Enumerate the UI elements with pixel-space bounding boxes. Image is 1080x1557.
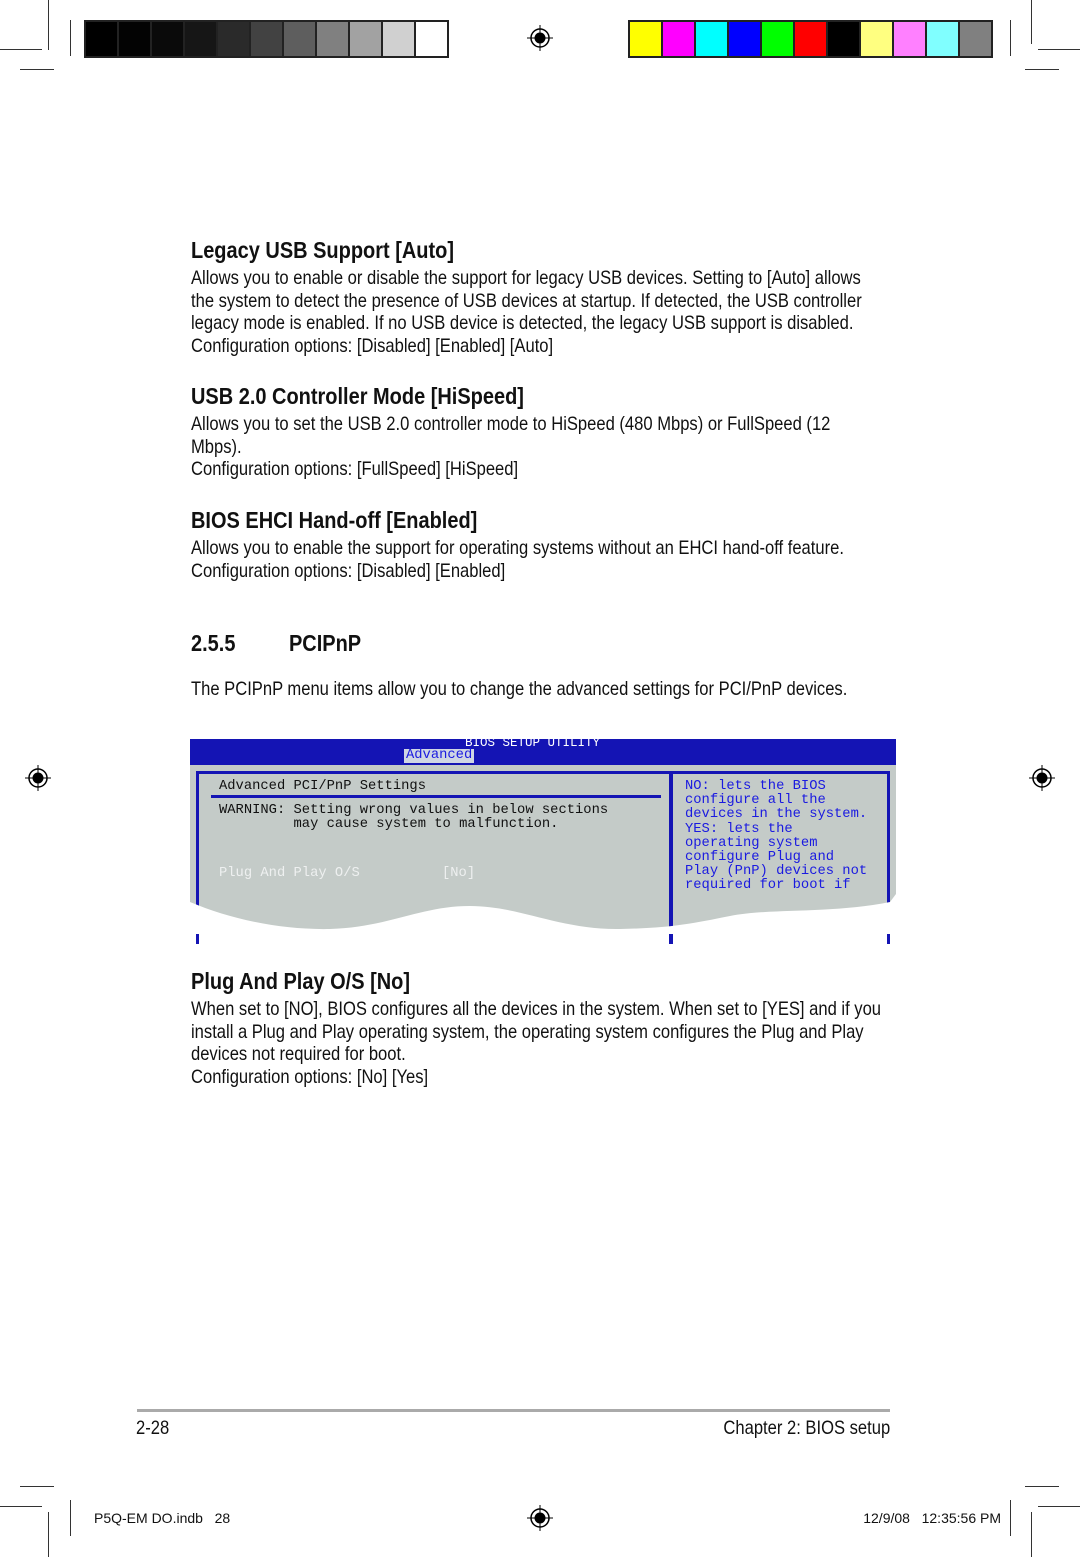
section-plug-and-play: Plug And Play O/S [No] When set to [NO],…: [191, 967, 881, 1089]
crop-mark: [1038, 49, 1080, 50]
section-title: Plug And Play O/S [No]: [191, 968, 410, 994]
grayscale-bar: [84, 20, 449, 58]
slug-file: P5Q-EM DO.indb 28: [94, 1510, 231, 1526]
divider: [211, 795, 661, 798]
crop-mark: [1031, 0, 1032, 44]
bios-screenshot: BIOS SETUP UTILITY Advanced Advanced PCI…: [190, 736, 896, 944]
section-title: USB 2.0 Controller Mode [HiSpeed]: [191, 383, 524, 409]
config-options: Configuration options: [No] [Yes]: [191, 1066, 429, 1089]
color-swatch: [663, 22, 694, 56]
crop-mark: [48, 1512, 49, 1557]
section-body: Allows you to set the USB 2.0 controller…: [191, 413, 831, 458]
crop-mark: [0, 1506, 42, 1507]
color-swatch: [119, 22, 150, 56]
color-swatch: [86, 22, 117, 56]
crop-mark: [48, 0, 49, 50]
section-title: Legacy USB Support [Auto]: [191, 237, 455, 263]
section-body: Allows you to enable the support for ope…: [191, 537, 844, 559]
registration-mark-icon: [527, 25, 553, 51]
crop-mark: [1025, 69, 1059, 70]
crop-mark: [20, 1486, 54, 1487]
section-body: When set to [NO], BIOS configures all th…: [191, 998, 882, 1066]
subsection-heading: 2.5.5 PCIPnP: [191, 629, 881, 657]
color-swatch: [350, 22, 381, 56]
crop-mark: [1038, 1506, 1080, 1507]
color-swatch: [729, 22, 760, 56]
crop-mark: [1025, 1486, 1059, 1487]
color-bar: [628, 20, 993, 58]
color-swatch: [317, 22, 348, 56]
color-swatch: [762, 22, 793, 56]
registration-mark-icon: [25, 765, 51, 791]
subsection-title: PCIPnP: [288, 630, 362, 656]
color-swatch: [795, 22, 826, 56]
color-swatch: [894, 22, 925, 56]
crop-mark: [20, 69, 54, 70]
color-swatch: [416, 22, 447, 56]
color-swatch: [251, 22, 282, 56]
config-options: Configuration options: [Disabled] [Enabl…: [191, 335, 554, 358]
crop-mark: [0, 49, 42, 50]
chapter-title: Chapter 2: BIOS setup: [723, 1417, 890, 1439]
footer-rule: [137, 1409, 890, 1412]
color-swatch: [218, 22, 249, 56]
panel-title: Advanced PCI/PnP Settings: [219, 779, 426, 794]
color-swatch: [828, 22, 859, 56]
crop-mark: [70, 20, 71, 56]
section-body: Allows you to enable or disable the supp…: [191, 267, 862, 335]
subsection-number: 2.5.5: [191, 630, 236, 656]
tab-advanced[interactable]: Advanced: [404, 748, 475, 764]
crop-mark: [1010, 20, 1011, 56]
registration-mark-icon: [527, 1505, 553, 1531]
subsection-intro: The PCIPnP menu items allow you to chang…: [191, 678, 848, 700]
color-swatch: [383, 22, 414, 56]
slug-date: 12/9/08 12:35:56 PM: [863, 1510, 1001, 1526]
color-swatch: [284, 22, 315, 56]
crop-mark: [1031, 1512, 1032, 1557]
color-swatch: [960, 22, 991, 56]
color-swatch: [630, 22, 661, 56]
color-swatch: [696, 22, 727, 56]
help-text: NO: lets the BIOS configure all the devi…: [685, 779, 868, 894]
crop-mark: [70, 1500, 71, 1536]
color-swatch: [152, 22, 183, 56]
color-swatch: [927, 22, 958, 56]
config-options: Configuration options: [Disabled] [Enabl…: [191, 559, 506, 582]
config-options: Configuration options: [FullSpeed] [HiSp…: [191, 458, 519, 481]
section-title: BIOS EHCI Hand-off [Enabled]: [191, 507, 478, 533]
plug-and-play-item[interactable]: Plug And Play O/S: [219, 866, 360, 881]
section-ehci-handoff: BIOS EHCI Hand-off [Enabled] Allows you …: [191, 506, 881, 582]
warning-text: WARNING: Setting wrong values in below s…: [219, 803, 609, 833]
section-usb-controller-mode: USB 2.0 Controller Mode [HiSpeed] Allows…: [191, 382, 881, 481]
plug-and-play-value[interactable]: [No]: [442, 866, 475, 881]
color-swatch: [185, 22, 216, 56]
torn-edge: [190, 894, 896, 934]
color-swatch: [861, 22, 892, 56]
registration-mark-icon: [1029, 765, 1055, 791]
crop-mark: [1010, 1500, 1011, 1536]
section-legacy-usb: Legacy USB Support [Auto] Allows you to …: [191, 236, 881, 358]
bios-title: BIOS SETUP UTILITY: [465, 736, 601, 750]
